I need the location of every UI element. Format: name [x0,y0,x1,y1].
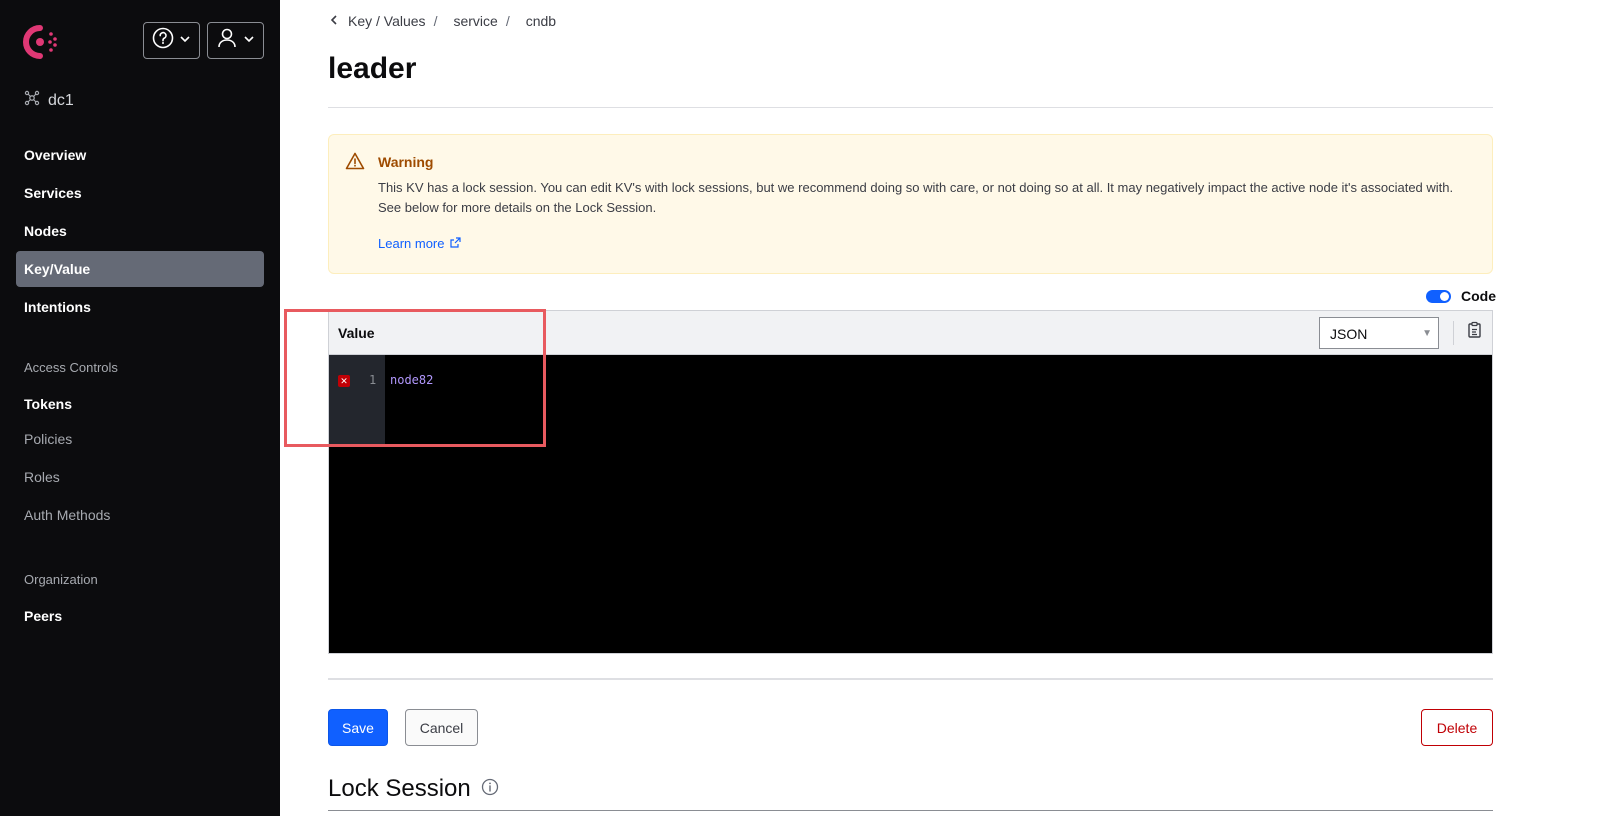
toolbar-divider [1453,321,1454,345]
editor-label: Value [338,325,375,341]
nav-auth-methods[interactable]: Auth Methods [16,497,264,533]
code-area[interactable]: ✕ 1 node82 [329,355,1492,653]
code-toggle[interactable]: Code [1426,288,1496,304]
breadcrumb-cndb[interactable]: cndb [526,13,556,29]
chevron-left-icon[interactable] [328,13,340,29]
editor-toolbar: Value JSON ▼ [329,311,1492,355]
value-editor: Value JSON ▼ ✕ 1 node82 [328,310,1493,654]
nav-nodes[interactable]: Nodes [16,213,264,249]
warning-message: This KV has a lock session. You can edit… [378,180,1454,215]
learn-more-link[interactable]: Learn more [378,236,462,251]
nav-peers[interactable]: Peers [16,598,264,634]
page-title: leader [328,52,417,85]
lock-session-warning: Warning This KV has a lock session. You … [328,134,1493,274]
breadcrumb-service[interactable]: service [453,13,497,29]
lock-session-heading: Lock Session [328,775,499,803]
divider [328,810,1493,811]
nav-tokens[interactable]: Tokens [16,386,264,422]
external-link-icon [450,236,462,251]
chevron-down-icon [179,32,191,50]
line-number: 1 [369,373,377,387]
nav-key-value[interactable]: Key/Value [16,251,264,287]
help-menu-button[interactable] [143,22,200,59]
consul-logo[interactable] [20,22,60,62]
error-marker-icon: ✕ [338,375,350,387]
delete-button[interactable]: Delete [1421,709,1493,746]
section-title-text: Lock Session [328,775,471,802]
cluster-icon [24,90,40,111]
line-gutter: ✕ 1 [329,355,385,447]
nav-overview[interactable]: Overview [16,137,264,173]
copy-icon[interactable] [1467,321,1485,341]
datacenter-name: dc1 [48,91,74,109]
toggle-switch[interactable] [1426,289,1451,303]
breadcrumb-key-values[interactable]: Key / Values [348,13,426,29]
divider [328,107,1493,108]
warning-icon [345,152,365,175]
warning-title: Warning [378,154,434,170]
save-button[interactable]: Save [328,709,388,746]
access-controls-heading: Access Controls [24,360,118,375]
syntax-value: JSON [1330,326,1368,342]
code-line[interactable]: node82 [390,373,433,387]
chevron-down-icon [243,32,255,50]
nav-policies[interactable]: Policies [16,421,264,457]
user-icon [216,27,238,54]
learn-more-label: Learn more [378,236,445,251]
nav-intentions[interactable]: Intentions [16,289,264,325]
info-icon[interactable] [481,775,499,803]
breadcrumb: Key / Values / service / cndb [328,13,556,29]
help-icon [152,27,174,54]
user-menu-button[interactable] [207,22,264,59]
organization-heading: Organization [24,572,98,587]
sidebar: dc1 Overview Services Nodes Key/Value In… [0,0,280,816]
nav-services[interactable]: Services [16,175,264,211]
datacenter-selector[interactable]: dc1 [24,90,74,111]
code-toggle-label: Code [1461,288,1496,304]
caret-down-icon: ▼ [1422,328,1432,339]
syntax-select[interactable]: JSON ▼ [1319,317,1439,349]
divider [328,678,1493,680]
cancel-button[interactable]: Cancel [405,709,478,746]
nav-roles[interactable]: Roles [16,459,264,495]
